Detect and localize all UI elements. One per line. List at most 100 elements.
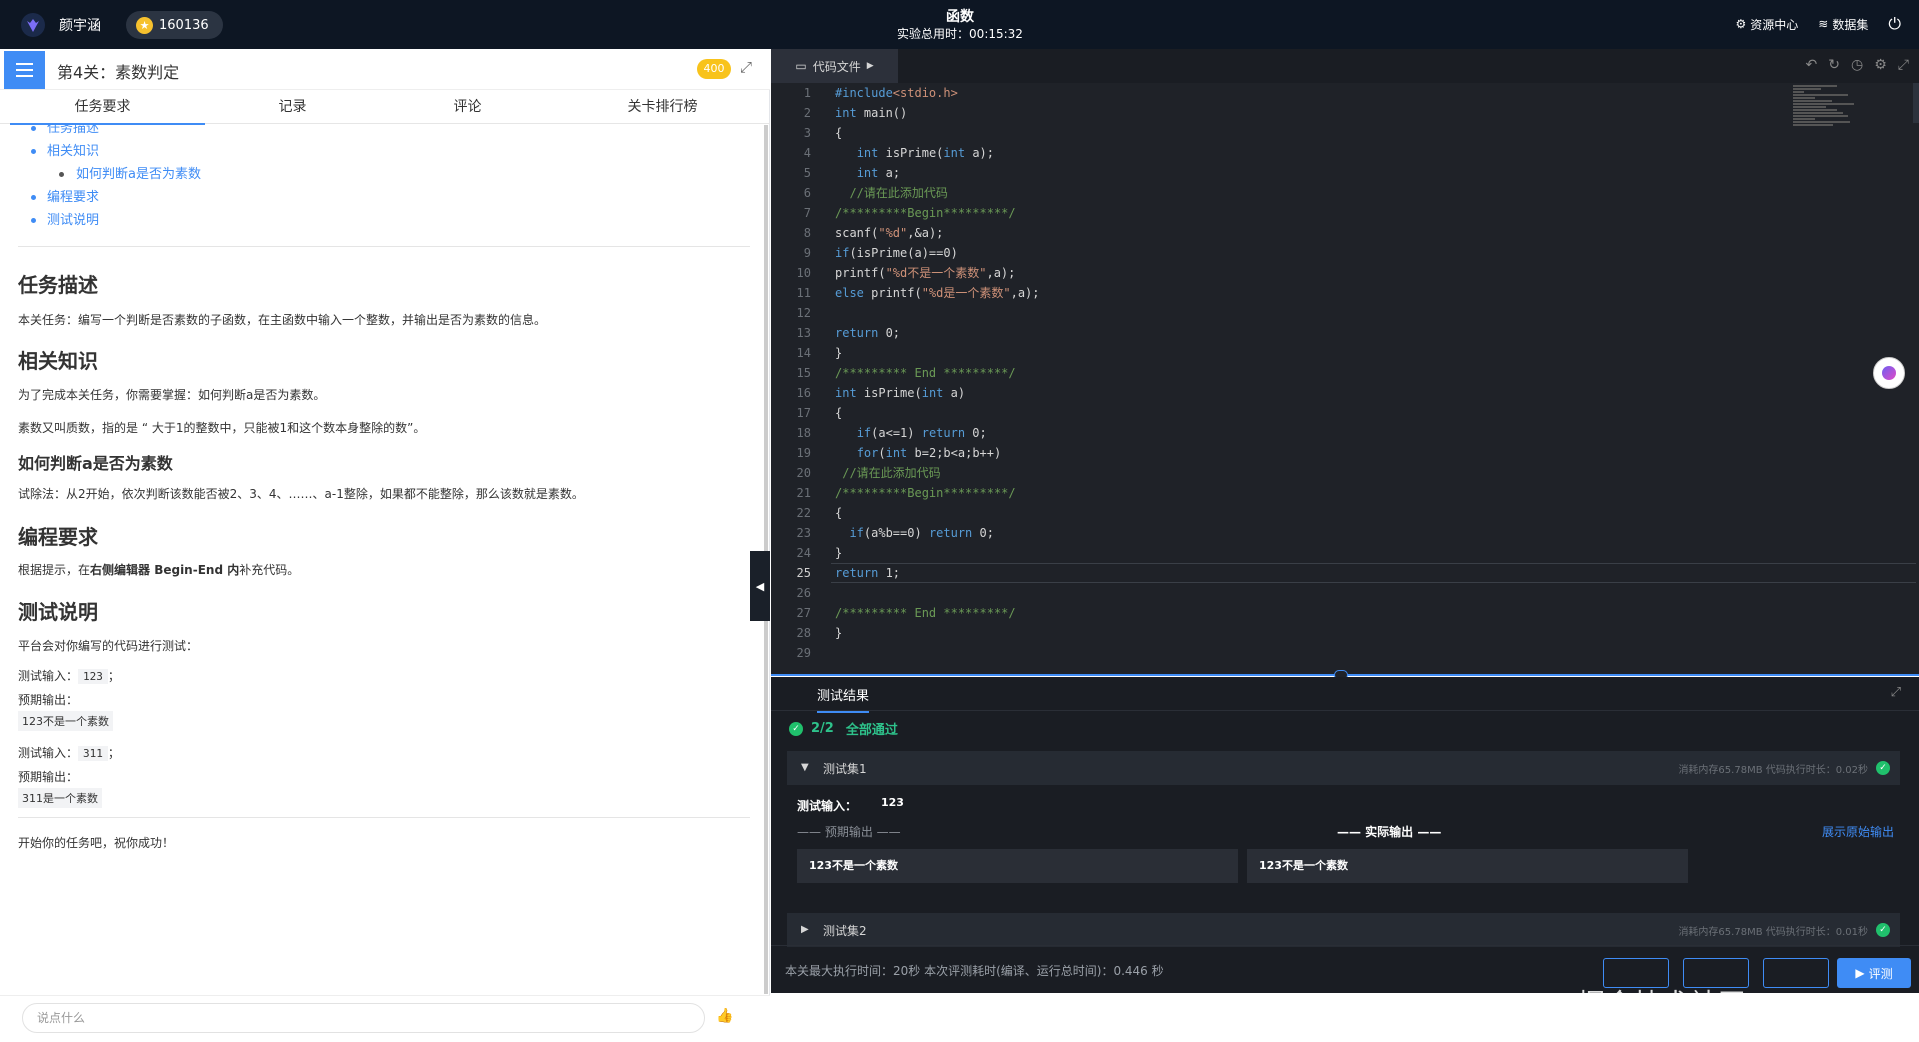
test-set-1: ▼ 测试集1 消耗内存65.78MB 代码执行时长：0.02秒 ✓ 测试输入： … bbox=[787, 751, 1900, 903]
toc-item[interactable]: 测试说明 bbox=[29, 209, 201, 232]
test-set-meta: 消耗内存65.78MB 代码执行时长：0.02秒 bbox=[1678, 765, 1868, 776]
test-set-1-body: 测试输入： 123 —— 预期输出 —— —— 实际输出 —— 展示原始输出 1… bbox=[787, 785, 1900, 903]
heading-judge: 如何判断a是否为素数 bbox=[18, 454, 173, 473]
task-panel: 第4关：素数判定 400 ⤢ 任务要求 记录 评论 关卡排行榜 任务描述 相关知… bbox=[0, 49, 770, 1042]
score-badge: 400 bbox=[697, 59, 731, 79]
watermark: 掘金技术社区 @Rossy_Yan bbox=[1578, 989, 1919, 1020]
task-paragraph: 本关任务：编写一个判断是否素数的子函数，在主函数中输入一个整数，并输出是否为素数… bbox=[18, 313, 547, 327]
expected-output-box: 123不是一个素数 bbox=[797, 849, 1238, 883]
test2-expected-label: 预期输出： bbox=[18, 770, 79, 784]
code-area[interactable]: 1 #include<stdio.h> 2 int main() 3{ 4 int … bbox=[771, 83, 1919, 675]
heading-test: 测试说明 bbox=[18, 600, 98, 624]
refresh-icon[interactable]: ↻ bbox=[1828, 57, 1840, 73]
username[interactable]: 颜宇涵 bbox=[59, 15, 101, 35]
test1-expected-label: 预期输出： bbox=[18, 693, 79, 707]
heading-task: 任务描述 bbox=[18, 273, 98, 297]
closing-paragraph: 开始你的任务吧，祝你成功！ bbox=[18, 836, 175, 850]
menu-button[interactable] bbox=[4, 51, 45, 89]
test1-expected-output: 123不是一个素数 bbox=[18, 711, 113, 731]
fullscreen-icon[interactable]: ⤢ bbox=[1898, 57, 1909, 73]
settings-icon[interactable]: ⚙ bbox=[1874, 57, 1887, 73]
experiment-header: 函数 实验总用时：00:15:32 bbox=[860, 8, 1060, 43]
tab-leaderboard[interactable]: 关卡排行榜 bbox=[555, 90, 770, 124]
toc-item[interactable]: 任务描述 bbox=[29, 125, 201, 140]
dataset-link[interactable]: ≋ 数据集 bbox=[1818, 16, 1868, 33]
collapse-panel-handle[interactable]: ◀ bbox=[750, 551, 770, 621]
knowledge-paragraph-1: 为了完成本关任务，你需要掌握：如何判断a是否为素数。 bbox=[18, 388, 326, 402]
check-circle-icon: ✓ bbox=[1876, 761, 1890, 775]
table-of-contents: 任务描述 相关知识 如何判断a是否为素数 编程要求 测试说明 bbox=[29, 125, 201, 232]
actual-output-box: 123不是一个素数 bbox=[1247, 849, 1688, 883]
judge-paragraph: 试除法：从2开始，依次判断该数能否被2、3、4、……、a-1整除，如果都不能整除… bbox=[18, 487, 584, 501]
pass-count: 2/2 bbox=[811, 721, 834, 736]
like-icon[interactable]: 👍 bbox=[716, 1008, 733, 1024]
tab-test-results[interactable]: 测试结果 bbox=[817, 685, 870, 713]
assistant-button[interactable] bbox=[1873, 357, 1905, 389]
power-icon[interactable]: ⏻ bbox=[1888, 14, 1901, 34]
assistant-icon bbox=[1882, 366, 1896, 380]
logo-icon[interactable] bbox=[20, 12, 46, 38]
comment-input[interactable]: 说点什么 bbox=[22, 1003, 705, 1033]
caret-right-icon: ▶ bbox=[801, 924, 809, 935]
coin-icon: ★ bbox=[136, 16, 153, 34]
show-raw-output-link[interactable]: 展示原始输出 bbox=[1822, 823, 1894, 840]
check-circle-icon: ✓ bbox=[1876, 923, 1890, 937]
knowledge-paragraph-2: 素数又叫质数，指的是 “ 大于1的整数中，只能被1和这个数本身整除的数”。 bbox=[18, 421, 426, 435]
test-set-name: 测试集1 bbox=[823, 762, 867, 776]
comment-bar: 说点什么 👍 bbox=[0, 995, 770, 1042]
input-label: 测试输入： bbox=[797, 799, 858, 813]
divider bbox=[18, 817, 750, 818]
test1-input: 测试输入： 123； bbox=[18, 669, 120, 684]
heading-knowledge: 相关知识 bbox=[18, 349, 98, 373]
task-header: 第4关：素数判定 400 ⤢ bbox=[0, 49, 770, 90]
current-line-highlight bbox=[831, 563, 1916, 583]
test-set-name: 测试集2 bbox=[823, 924, 867, 938]
coin-balance[interactable]: ★ 160136 bbox=[126, 11, 223, 39]
results-summary: ✓ 2/2 全部通过 bbox=[789, 719, 898, 738]
execution-time-info: 本关最大执行时间：20秒 本次评测耗时(编译、运行总时间)：0.446 秒 bbox=[785, 964, 1164, 978]
expand-icon[interactable]: ⤢ bbox=[1891, 685, 1901, 700]
tab-code-file[interactable]: ▭ 代码文件 ▶ bbox=[771, 49, 898, 83]
resource-center-label: 资源中心 bbox=[1750, 17, 1799, 32]
toc-item[interactable]: 如何判断a是否为素数 bbox=[29, 163, 201, 186]
minimap-slider[interactable] bbox=[1913, 83, 1919, 123]
toc-item[interactable]: 编程要求 bbox=[29, 186, 201, 209]
test-set-2-header[interactable]: ▶ 测试集2 消耗内存65.78MB 代码执行时长：0.01秒 ✓ bbox=[787, 913, 1900, 947]
minimap[interactable] bbox=[1793, 85, 1903, 145]
code-file-label: 代码文件 bbox=[812, 59, 861, 74]
coin-count: 160136 bbox=[159, 17, 209, 33]
level-title: 第4关：素数判定 bbox=[57, 63, 180, 82]
test-set-2: ▶ 测试集2 消耗内存65.78MB 代码执行时长：0.01秒 ✓ bbox=[787, 913, 1900, 947]
test-set-1-header[interactable]: ▼ 测试集1 消耗内存65.78MB 代码执行时长：0.02秒 ✓ bbox=[787, 751, 1900, 785]
play-icon: ▶ bbox=[1855, 966, 1865, 980]
file-icon: ▭ bbox=[795, 59, 807, 73]
resource-center-link[interactable]: ⚙ 资源中心 bbox=[1735, 16, 1798, 33]
task-content: 任务描述 相关知识 如何判断a是否为素数 编程要求 测试说明 任务描述 本关任务… bbox=[0, 125, 765, 994]
caret-down-icon: ▼ bbox=[801, 762, 809, 773]
evaluate-label: 评测 bbox=[1868, 966, 1893, 981]
check-circle-icon: ✓ bbox=[789, 721, 803, 736]
elapsed-time: 实验总用时：00:15:32 bbox=[897, 27, 1023, 41]
input-value: 123 bbox=[881, 796, 904, 809]
results-header: 测试结果 ⤢ bbox=[771, 677, 1919, 713]
undo-icon[interactable]: ↶ bbox=[1806, 57, 1818, 73]
task-tabs: 任务要求 记录 评论 关卡排行榜 bbox=[0, 90, 770, 125]
tab-comments[interactable]: 评论 bbox=[380, 90, 555, 124]
dataset-label: 数据集 bbox=[1832, 17, 1869, 32]
requirements-paragraph: 根据提示，在右侧编辑器 Begin-End 内补充代码。 bbox=[18, 563, 300, 577]
toc-item[interactable]: 相关知识 bbox=[29, 140, 201, 163]
resource-icon: ⚙ bbox=[1735, 17, 1747, 31]
heading-requirements: 编程要求 bbox=[18, 525, 98, 549]
tab-task-requirements[interactable]: 任务要求 bbox=[0, 90, 205, 125]
history-icon[interactable]: ◷ bbox=[1851, 57, 1863, 73]
tab-records[interactable]: 记录 bbox=[205, 90, 380, 124]
editor-tabbar: ▭ 代码文件 ▶ ↶ ↻ ◷ ⚙ ⤢ bbox=[771, 49, 1919, 83]
expand-icon[interactable]: ⤢ bbox=[740, 58, 752, 76]
top-bar: 颜宇涵 ★ 160136 函数 实验总用时：00:15:32 ⚙ 资源中心 ≋ … bbox=[0, 0, 1919, 49]
experiment-title: 函数 bbox=[946, 9, 974, 25]
test-results-panel: 测试结果 ⤢ ✓ 2/2 全部通过 ▼ 测试集1 消耗内存65.78MB 代码执… bbox=[771, 677, 1919, 993]
pass-status: 全部通过 bbox=[845, 723, 898, 738]
test-set-meta: 消耗内存65.78MB 代码执行时长：0.01秒 bbox=[1678, 927, 1868, 938]
code-editor: ▭ 代码文件 ▶ ↶ ↻ ◷ ⚙ ⤢ 1 #include<stdio.h> 2i… bbox=[771, 49, 1919, 680]
test2-input: 测试输入： 311； bbox=[18, 746, 120, 761]
